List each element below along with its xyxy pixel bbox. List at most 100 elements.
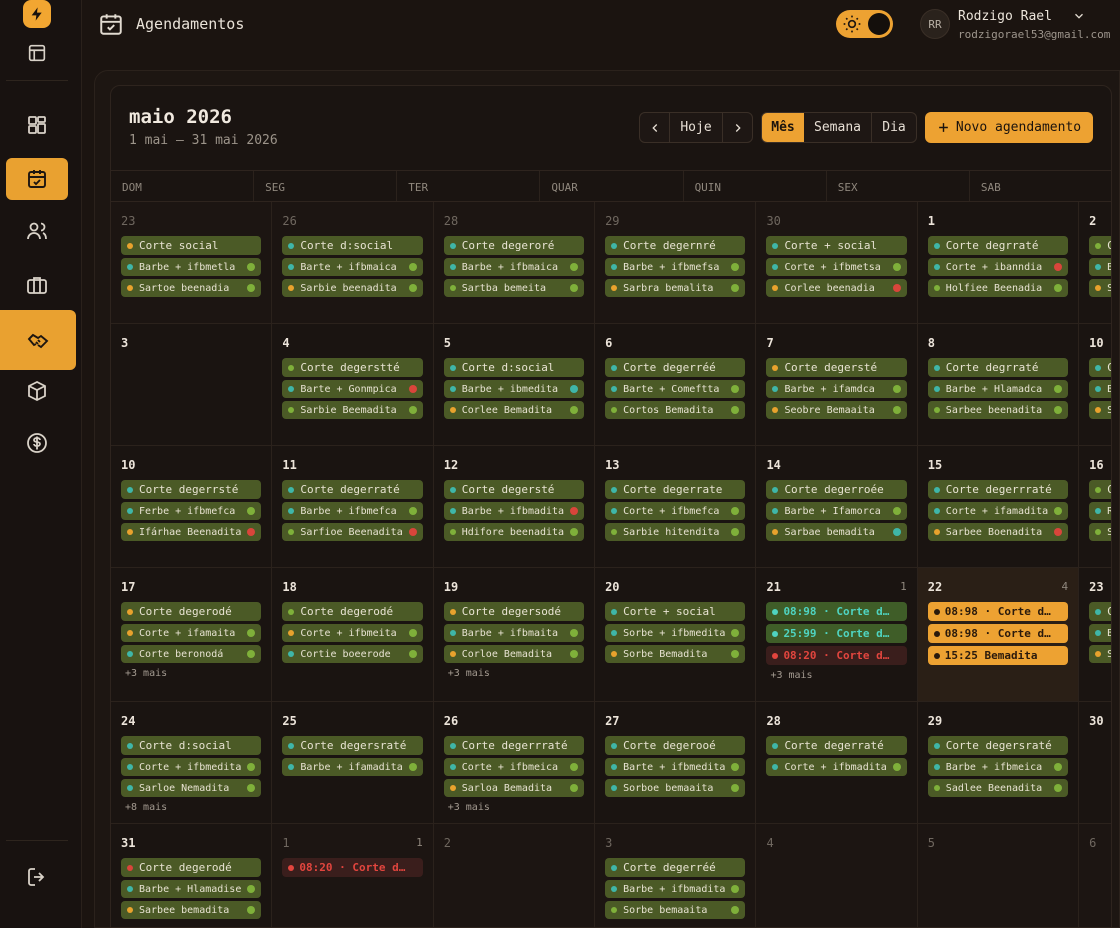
day-cell[interactable]: 28 Corte degeroré Barbe + ifbmaica Sartba b… — [433, 202, 596, 324]
timed-event-chip[interactable]: 08:98 · Corte d… — [766, 602, 907, 621]
event-chip[interactable]: Barbe + ifbmadita — [605, 880, 746, 898]
day-cell[interactable]: 6 — [1079, 824, 1111, 927]
view-day-button[interactable]: Dia — [872, 113, 916, 142]
day-cell[interactable]: 14 Corte degerroée Barbe + Ifamorca Sarbae … — [756, 446, 918, 568]
prev-month-button[interactable] — [640, 113, 669, 142]
event-chip[interactable]: Corte degraraté — [1089, 602, 1111, 621]
event-chip[interactable]: Corte degerréé — [605, 858, 746, 877]
timed-event-chip[interactable]: 08:20 · Corte d… — [282, 858, 423, 877]
event-chip[interactable]: Sartba bemeita — [443, 279, 585, 297]
event-chip[interactable]: Corte + ifamaita — [121, 624, 262, 642]
day-cell[interactable]: 6 Corte degerréé Barte + Comeftta Cortos Be… — [595, 324, 757, 446]
new-appointment-button[interactable]: Novo agendamento — [925, 112, 1093, 143]
today-button[interactable]: Hoje — [669, 113, 723, 142]
day-cell[interactable]: 30 — [1079, 702, 1111, 824]
event-chip[interactable]: Sarbee bemadita — [121, 901, 262, 919]
event-chip[interactable]: Corte d:social — [282, 236, 423, 255]
event-chip[interactable]: Corte degersraté — [927, 736, 1069, 755]
day-cell[interactable]: 3 Corte degerréé Barbe + ifbmadita Sorbe be… — [595, 824, 757, 927]
chevron-down-icon[interactable] — [1072, 9, 1086, 23]
timed-event-chip[interactable]: 15:25 Bemadita — [927, 646, 1069, 665]
day-cell[interactable]: 231Corte degraratéBarbe + ifbmeditaSarfo… — [1079, 568, 1111, 702]
event-chip[interactable]: Barte + ifbmaica — [282, 258, 423, 276]
event-chip[interactable]: Barbe + ifbmaita — [443, 624, 585, 642]
event-chip[interactable]: Sorbe Bemadita — [605, 645, 746, 663]
sidebar-item-appointments[interactable] — [6, 158, 68, 200]
event-chip[interactable]: Barbe + ifbmefsa — [605, 258, 746, 276]
event-chip[interactable]: Corte degerrsté — [121, 480, 262, 499]
day-cell[interactable]: 7 Corte degersté Barbe + ifamdca Seobre Bem… — [756, 324, 918, 446]
event-chip[interactable]: Barbe + Ifamorca — [766, 502, 907, 520]
event-chip[interactable]: Corte degersrate — [1089, 480, 1111, 499]
event-chip[interactable]: Barbe + ifbmaica — [443, 258, 585, 276]
event-chip[interactable]: Corte degeroré — [443, 236, 585, 255]
layout-panel-icon[interactable] — [26, 42, 48, 64]
event-chip[interactable]: Barbe + ifamdca — [766, 380, 907, 398]
event-chip[interactable]: Sarbee beenadita — [927, 401, 1069, 419]
event-chip[interactable]: Corte + ifamadita — [927, 502, 1069, 520]
day-cell[interactable]: 11 Corte degerraté Barbe + ifbmefca Sarfioe… — [272, 446, 434, 568]
timed-event-chip[interactable]: 25:99 · Corte d… — [766, 624, 907, 643]
event-chip[interactable]: Sarloe Nemadita — [121, 779, 262, 797]
event-chip[interactable]: Ifárhae Beenadita — [121, 523, 262, 541]
event-chip[interactable]: Corte + ifbmadita — [766, 758, 907, 776]
event-chip[interactable]: Barbe + ifbmeica — [927, 758, 1069, 776]
event-chip[interactable]: Corte degerodé — [121, 602, 262, 621]
event-chip[interactable]: Sarbee Boenadita — [927, 523, 1069, 541]
event-chip[interactable]: Corte + ibanndia — [927, 258, 1069, 276]
day-cell[interactable]: 20 Corte + social Sorbe + ifbmedita Sorbe B… — [595, 568, 757, 702]
day-cell[interactable]: 26 Corte degerrraté Corte + ifbmeica Sarloa… — [433, 702, 596, 824]
event-chip[interactable]: Barte + Comeftta — [605, 380, 746, 398]
day-cell[interactable]: 25 Corte degersraté Barbe + ifamadita — [272, 702, 434, 824]
day-cell[interactable]: 26 Corte d:social Barte + ifbmaica Sarbie b… — [272, 202, 434, 324]
event-chip[interactable]: Corloe Bemadita — [443, 645, 585, 663]
day-cell[interactable]: 3 — [111, 324, 273, 446]
more-events-link[interactable]: +3 mais — [444, 668, 584, 679]
sidebar-item-clients[interactable] — [6, 210, 68, 252]
more-events-link[interactable]: +3 mais — [766, 670, 906, 681]
event-chip[interactable]: Corte d:social — [121, 736, 262, 755]
event-chip[interactable]: Barbe + ifbmelisa — [1089, 258, 1111, 276]
day-cell[interactable]: 13 Corte degerrate Corte + ifbmefca Sarbie … — [595, 446, 757, 568]
sidebar-item-finance[interactable] — [6, 422, 68, 464]
more-events-link[interactable]: +3 mais — [444, 802, 584, 813]
event-chip[interactable]: Sarfoe Beenadita — [1089, 645, 1111, 663]
event-chip[interactable]: Sarfioe Beenadita — [282, 523, 423, 541]
next-month-button[interactable] — [723, 113, 752, 142]
day-cell[interactable]: 19 Corte degersodé Barbe + ifbmaita Corloe … — [433, 568, 596, 702]
event-chip[interactable]: Corte degerrate — [605, 480, 746, 499]
event-chip[interactable]: Sarbae bemadita — [766, 523, 907, 541]
event-chip[interactable]: Corte degerroée — [766, 480, 907, 499]
day-cell[interactable]: 10 Corte degerraté Barbe + ifbmadica Sarbra… — [1079, 324, 1111, 446]
lightning-logo-icon[interactable] — [23, 0, 51, 28]
event-chip[interactable]: Sorboe bemaaita — [605, 779, 746, 797]
timed-event-chip[interactable]: 08:98 · Corte d… — [927, 624, 1069, 643]
day-cell[interactable]: 24 Corte d:social Corte + ifbmedita Sarloe … — [111, 702, 273, 824]
event-chip[interactable]: Barbe + ifamadita — [282, 758, 423, 776]
event-chip[interactable]: Corte degrraté — [927, 236, 1069, 255]
timed-event-chip[interactable]: 08:20 · Corte d… — [766, 646, 907, 665]
event-chip[interactable]: Sarbie beenadita — [282, 279, 423, 297]
event-chip[interactable]: Corte degersté — [443, 480, 585, 499]
day-cell[interactable]: 8 Corte degrraté Barbe + Hlamadca Sarbee be… — [917, 324, 1080, 446]
event-chip[interactable]: Corte d:social — [443, 358, 585, 377]
day-cell[interactable]: 4 — [756, 824, 918, 927]
day-cell[interactable]: 30 Corte + social Corte + ifbmetsa Corlee b… — [756, 202, 918, 324]
event-chip[interactable]: Corte degerrraté — [443, 736, 585, 755]
event-chip[interactable]: Barbe + ifbmadica — [1089, 380, 1111, 398]
event-chip[interactable]: Barbe + ifbmetla — [121, 258, 262, 276]
event-chip[interactable]: Sorbe + ifbmedita — [605, 624, 746, 642]
event-chip[interactable]: Corte degerrraté — [927, 480, 1069, 499]
day-cell[interactable]: 4 Corte degerstté Barte + Gonmpica Sarbie B… — [272, 324, 434, 446]
event-chip[interactable]: Corte degersodé — [443, 602, 585, 621]
day-cell[interactable]: 12 Corte degersté Barbe + ifbmadita Hdifore… — [433, 446, 596, 568]
sidebar-item-dashboard[interactable] — [6, 104, 68, 146]
event-chip[interactable]: Sartoe beenadia — [121, 279, 262, 297]
event-chip[interactable]: Corte degerraté — [282, 480, 423, 499]
day-cell[interactable]: 2 — [433, 824, 596, 927]
event-chip[interactable]: Sarfoe Boenadita — [1089, 523, 1111, 541]
event-chip[interactable]: Corte degerraté — [766, 736, 907, 755]
event-chip[interactable]: Sarloa Bemadita — [443, 779, 585, 797]
event-chip[interactable]: Seobre Bemaaita — [766, 401, 907, 419]
sidebar-item-products[interactable] — [6, 370, 68, 412]
